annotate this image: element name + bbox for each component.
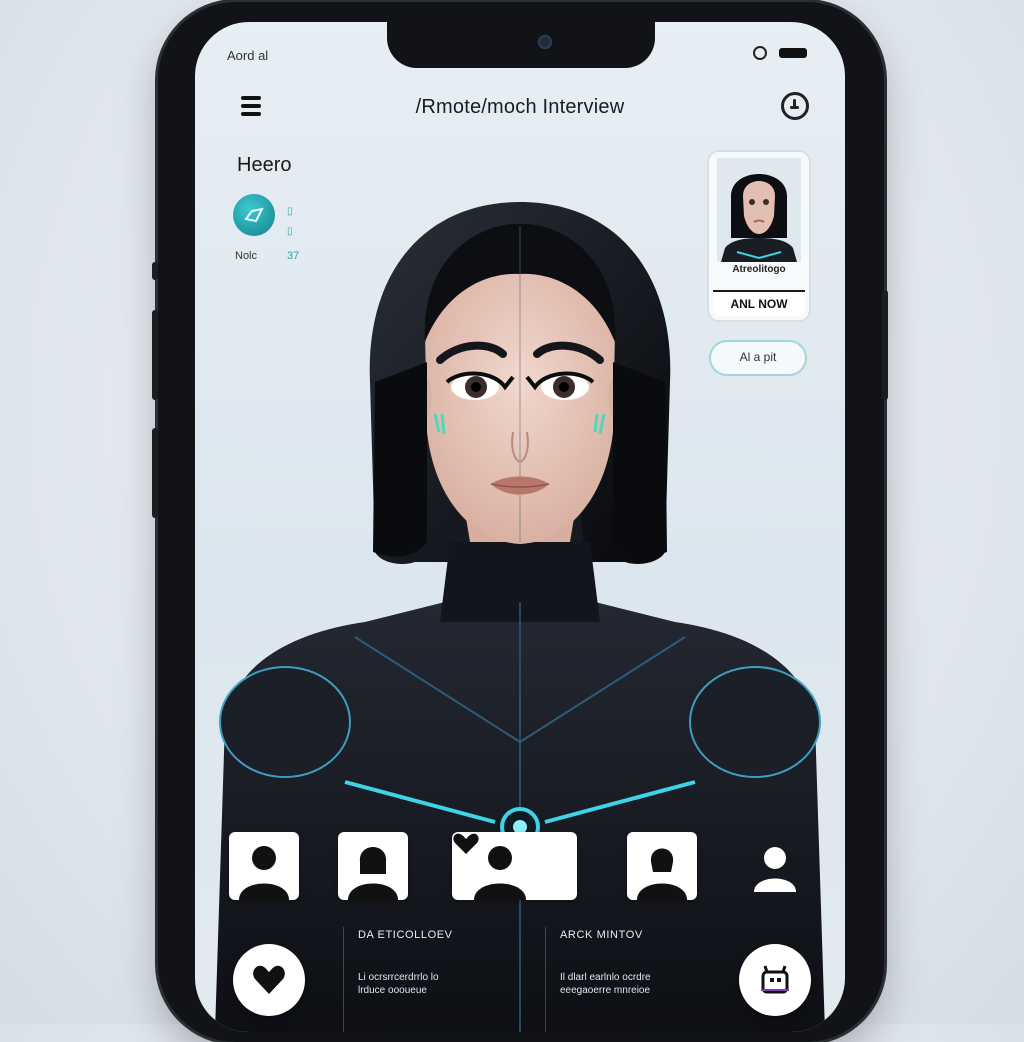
side-action-button[interactable]: Al a pit <box>709 340 807 376</box>
info-text-right-line1: Il dlarl earlnlo ocrdre <box>560 972 651 983</box>
info-text-left-line2: lrduce oooueue <box>358 985 427 996</box>
info-title-right: ARCK MINTOV <box>560 929 643 941</box>
volume-up-button <box>152 310 158 400</box>
volume-down-button <box>152 428 158 518</box>
info-panel-right: ARCK MINTOV Il dlarl earlnlo ocrdre eeeg… <box>545 927 716 1032</box>
person-icon[interactable] <box>750 844 800 896</box>
participant-thumbnail[interactable] <box>229 832 299 900</box>
info-text-right-line2: eeegaoerre mnreioe <box>560 985 651 996</box>
menu-icon[interactable] <box>241 96 261 116</box>
clock-icon[interactable] <box>781 92 809 120</box>
heart-icon <box>253 965 285 994</box>
participant-thumbnail[interactable] <box>338 832 408 900</box>
status-icons <box>753 46 807 60</box>
info-text-right: Il dlarl earlnlo ocrdre eeegaoerre mnrei… <box>560 971 716 997</box>
preview-label: Atreolitogo <box>732 264 786 275</box>
info-panel-left: DA ETICOLLOEV Li ocrsrrcerdrrlo lo lrduc… <box>343 927 514 1032</box>
call-now-button[interactable]: ANL NOW <box>713 290 805 316</box>
heart-icon <box>453 833 479 854</box>
info-title-left: DA ETICOLLOEV <box>358 929 453 941</box>
hero-badge-icon[interactable] <box>233 194 275 236</box>
info-text-left-line1: Li ocrsrrcerdrrlo lo <box>358 972 439 983</box>
page-title: /Rmote/moch Interview <box>415 96 625 118</box>
carrier-label: Aord al <box>227 48 269 63</box>
like-button[interactable] <box>233 944 305 1016</box>
volume-button <box>152 262 158 280</box>
preview-avatar <box>717 158 801 262</box>
info-text-left: Li ocrsrrcerdrrlo lo lrduce oooueue <box>358 971 514 997</box>
assistant-button[interactable] <box>739 944 811 1016</box>
hero-label: Heero <box>237 154 292 176</box>
hero-caption-number: 37 <box>287 250 300 262</box>
front-camera <box>538 35 552 49</box>
power-button <box>882 290 888 400</box>
bot-icon <box>761 965 789 994</box>
notch <box>387 22 655 68</box>
signal-icon <box>753 46 767 60</box>
hero-caption: Nolc <box>235 250 258 262</box>
mini-indicators: ▯ ▯ <box>287 206 293 237</box>
screen: Aord al /Rmote/moch Interview Heero ▯ ▯ N… <box>195 22 845 1032</box>
battery-icon <box>779 48 807 58</box>
participant-thumbnail[interactable] <box>627 832 697 900</box>
participant-thumbnail[interactable] <box>452 832 577 900</box>
preview-card[interactable]: Atreolitogo ANL NOW <box>707 150 811 322</box>
